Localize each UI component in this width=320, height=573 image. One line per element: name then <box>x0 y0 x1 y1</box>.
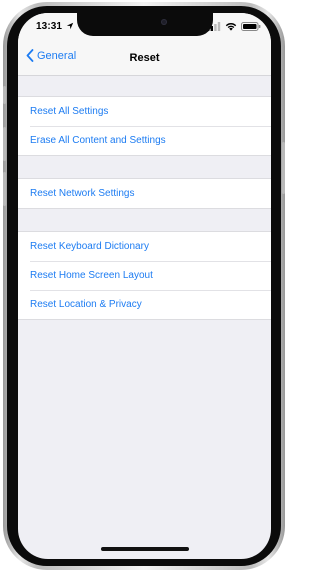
settings-group: Reset All Settings Erase All Content and… <box>18 96 271 156</box>
reset-all-settings-button[interactable]: Reset All Settings <box>18 97 271 126</box>
erase-all-content-button[interactable]: Erase All Content and Settings <box>18 126 271 155</box>
settings-group: Reset Network Settings <box>18 178 271 209</box>
phone-screen: 13:31 General Reset Reset All Settings E… <box>18 13 271 559</box>
home-indicator[interactable] <box>100 547 189 551</box>
front-camera-icon <box>160 19 167 25</box>
notch <box>76 13 213 36</box>
settings-group: Reset Keyboard Dictionary Reset Home Scr… <box>18 231 271 320</box>
navigation-bar: General Reset <box>18 39 271 76</box>
reset-location-privacy-button[interactable]: Reset Location & Privacy <box>18 290 271 319</box>
volume-up-button <box>3 127 6 161</box>
battery-icon <box>241 21 261 31</box>
mute-switch <box>3 86 6 104</box>
settings-list: Reset All Settings Erase All Content and… <box>18 76 271 320</box>
volume-down-button <box>3 172 6 206</box>
wifi-icon <box>225 22 237 31</box>
reset-keyboard-dictionary-button[interactable]: Reset Keyboard Dictionary <box>18 232 271 261</box>
status-time: 13:31 <box>36 21 63 32</box>
status-icons <box>207 21 261 31</box>
page-title: Reset <box>129 52 160 64</box>
side-power-button <box>282 142 285 194</box>
reset-network-settings-button[interactable]: Reset Network Settings <box>18 179 271 208</box>
reset-home-screen-layout-button[interactable]: Reset Home Screen Layout <box>18 261 271 290</box>
location-arrow-icon <box>66 22 74 30</box>
